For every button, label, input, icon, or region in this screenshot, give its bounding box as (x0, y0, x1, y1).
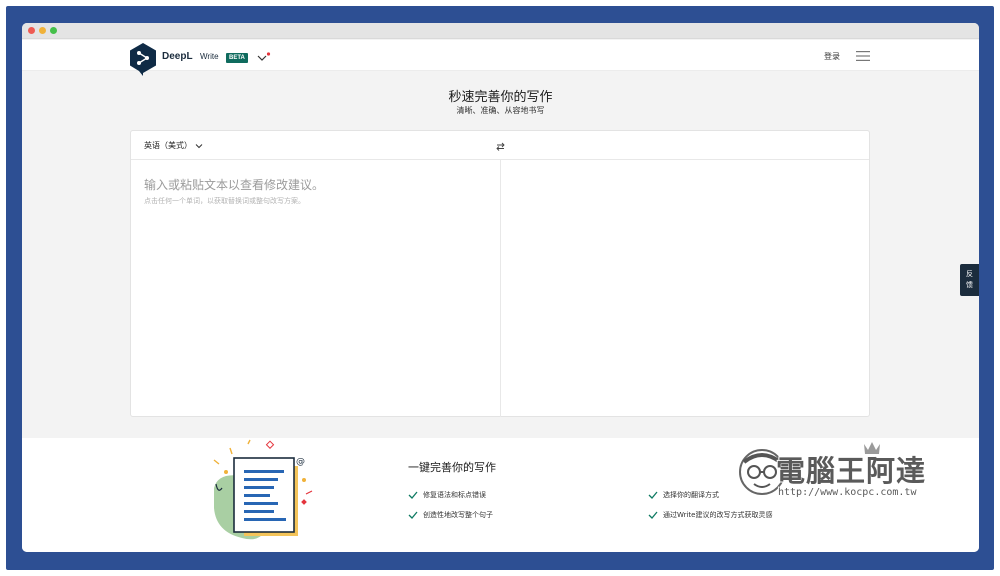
editor-panel: 英语（美式） 输入或粘贴文本以查看修改建议。 点击任何一个单词，以获取替换词或整… (130, 130, 870, 417)
feature-item: 通过Write建议的改写方式获取灵感 (648, 510, 772, 520)
feature-item: 创造性地改写整个句子 (408, 510, 493, 520)
feature-label: 通过Write建议的改写方式获取灵感 (663, 511, 773, 519)
feature-label: 创造性地改写整个句子 (423, 511, 493, 519)
feedback-label-1: 反 (966, 270, 973, 278)
feedback-button[interactable]: 反 馈 (960, 264, 979, 296)
page-title: 秒速完善你的写作 (448, 90, 553, 105)
brand-product[interactable]: Write (200, 52, 219, 61)
feature-item: 修复语法和标点错误 (408, 490, 486, 500)
page-subtitle: 清晰、准确、从容地书写 (456, 106, 545, 115)
menu-icon[interactable] (856, 50, 870, 62)
deepl-logo-icon[interactable] (128, 42, 158, 76)
source-placeholder: 输入或粘贴文本以查看修改建议。 (144, 178, 325, 192)
watermark-text: 電腦王阿達 (776, 454, 927, 488)
swap-icon[interactable] (496, 142, 505, 151)
window-titlebar (22, 23, 979, 39)
editor-toolbar: 英语（美式） (131, 131, 869, 160)
brand-name[interactable]: DeepL (162, 51, 193, 62)
language-select[interactable]: 英语（美式） (144, 140, 203, 151)
chevron-down-icon (195, 143, 203, 148)
minimize-window-button[interactable] (39, 27, 46, 34)
feature-label: 选择你的翻译方式 (663, 491, 719, 499)
feature-item: 选择你的翻译方式 (648, 490, 719, 500)
features-title: 一键完善你的写作 (408, 461, 496, 474)
feature-label: 修复语法和标点错误 (423, 491, 486, 499)
check-icon (408, 491, 418, 499)
beta-badge: BETA (226, 53, 248, 63)
login-link[interactable]: 登录 (824, 51, 840, 62)
feedback-label-2: 馈 (966, 281, 973, 289)
site-header: DeepL Write BETA 登录 (22, 40, 979, 76)
watermark-url: http://www.kocpc.com.tw (778, 487, 917, 498)
check-icon (648, 491, 658, 499)
check-icon (648, 511, 658, 519)
language-select-label: 英语（美式） (144, 141, 192, 150)
svg-text:@: @ (296, 457, 305, 467)
zoom-window-button[interactable] (50, 27, 57, 34)
result-text-area[interactable] (501, 160, 870, 417)
chevron-down-icon[interactable] (257, 52, 271, 64)
check-icon (408, 511, 418, 519)
source-hint: 点击任何一个单词，以获取替换词或整句改写方案。 (144, 197, 305, 205)
document-illustration-icon: @ (213, 439, 313, 540)
close-window-button[interactable] (28, 27, 35, 34)
